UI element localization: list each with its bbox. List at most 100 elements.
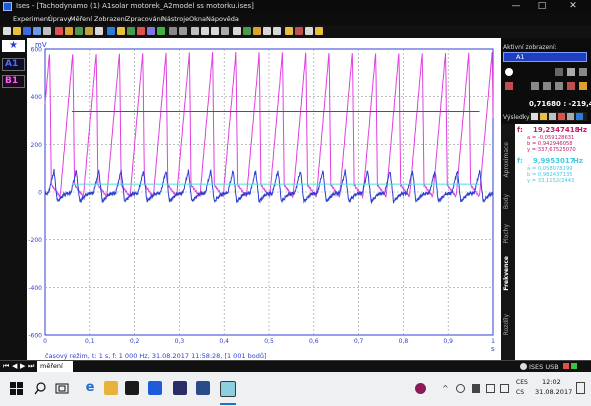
function-icon[interactable] — [263, 27, 271, 35]
record-icon[interactable] — [179, 27, 187, 35]
app-icon-blue[interactable] — [148, 381, 162, 395]
y-axis-labels: 6004002000-200-400-600 — [28, 47, 42, 340]
info-icon[interactable] — [315, 27, 323, 35]
tray-app-icon[interactable] — [415, 383, 426, 394]
tab-frekvence[interactable]: Frekvence — [503, 256, 510, 291]
keyboard-indicator[interactable]: CS — [516, 389, 524, 396]
zoom-out-icon[interactable] — [211, 27, 219, 35]
help-icon[interactable] — [305, 27, 313, 35]
language-indicator[interactable]: CES — [516, 379, 528, 386]
sheet-tab-mereni[interactable]: měření — [37, 361, 73, 372]
menu-zpracovani[interactable]: Zpracování — [126, 15, 163, 23]
new-file-icon[interactable] — [3, 27, 11, 35]
menu-okna[interactable]: Okna — [189, 15, 206, 23]
file-explorer-icon[interactable] — [104, 381, 118, 395]
measure-icon[interactable] — [127, 27, 135, 35]
warning-tool-icon[interactable] — [579, 82, 587, 90]
notification-icon[interactable] — [576, 382, 585, 394]
export-icon[interactable] — [285, 27, 293, 35]
graph-area[interactable]: 600 400 200 0 -200 -400 -600 0 0,1 0,2 0,3 0,4 0,5 0… — [27, 38, 501, 360]
channel-a1-button[interactable]: A1 — [2, 58, 25, 71]
results-copy-icon[interactable] — [531, 113, 538, 120]
close-file-icon[interactable] — [43, 27, 51, 35]
save-as-icon[interactable] — [33, 27, 41, 35]
tray-keyboard-icon[interactable] — [500, 384, 509, 393]
zoom-in-icon[interactable] — [201, 27, 209, 35]
print-icon[interactable] — [295, 27, 303, 35]
target-icon[interactable] — [505, 68, 513, 76]
x-tick-label: 0,8 — [399, 338, 409, 345]
copy-icon[interactable] — [85, 27, 93, 35]
results-save-icon[interactable] — [576, 113, 583, 120]
tray-chevron-icon[interactable]: ^ — [442, 384, 449, 393]
move-tool-icon[interactable] — [531, 82, 539, 90]
minimize-button[interactable]: — — [506, 0, 526, 13]
filter-icon[interactable] — [273, 27, 281, 35]
derivative-tool-icon[interactable] — [579, 68, 587, 76]
chart-icon[interactable] — [117, 27, 125, 35]
store-icon[interactable] — [125, 381, 139, 395]
tray-volume-icon[interactable] — [486, 384, 495, 393]
table-icon[interactable] — [107, 27, 115, 35]
cursor-icon[interactable] — [191, 27, 199, 35]
open-folder-icon[interactable] — [13, 27, 21, 35]
app-icon-ps[interactable] — [196, 381, 210, 395]
tray-network-icon[interactable] — [456, 384, 465, 393]
settings-icon[interactable] — [147, 27, 155, 35]
nav-next-button[interactable]: ▶ — [20, 362, 25, 370]
tab-body[interactable]: Body — [503, 194, 510, 209]
redo-icon[interactable] — [65, 27, 73, 35]
windows-start-icon[interactable] — [10, 382, 23, 395]
task-view-icon[interactable] — [55, 382, 69, 395]
menu-zobrazeni[interactable]: Zobrazení — [94, 15, 127, 23]
marker-tool-icon[interactable] — [567, 68, 575, 76]
menu-nastroje[interactable]: Nástroje — [162, 15, 189, 23]
hand-tool-icon[interactable] — [505, 82, 513, 90]
channel-b1-button[interactable]: B1 — [2, 75, 25, 88]
tab-plochy[interactable]: Plochy — [503, 224, 510, 244]
active-view-select[interactable]: A1 — [503, 52, 587, 62]
data-icon[interactable] — [157, 27, 165, 35]
menu-mereni[interactable]: Měření — [70, 15, 92, 23]
clock-time[interactable]: 12:02 — [542, 378, 561, 386]
tab-rozdily[interactable]: Rozdíly — [503, 314, 510, 335]
search-icon[interactable] — [34, 382, 47, 395]
close-button[interactable]: ✕ — [563, 0, 583, 13]
play-icon[interactable] — [169, 27, 177, 35]
analysis-tabs: Rozdíly Frekvence Plochy Body Aproximace — [501, 124, 515, 360]
paste-icon[interactable] — [95, 27, 103, 35]
marker-icon[interactable] — [243, 27, 251, 35]
nav-prev-button[interactable]: ◀ — [12, 362, 17, 370]
results-settings-icon[interactable] — [567, 113, 574, 120]
zoom-tool-icon[interactable] — [543, 82, 551, 90]
tray-battery-icon[interactable] — [472, 384, 480, 393]
nav-last-button[interactable]: ⏭ — [28, 362, 34, 371]
menu-upravy[interactable]: Úpravy — [48, 15, 71, 23]
undo-icon[interactable] — [55, 27, 63, 35]
nav-first-button[interactable]: ⏮ — [3, 362, 9, 371]
menu-experiment[interactable]: Experiment — [13, 15, 51, 23]
y-tick-label: -200 — [28, 237, 42, 244]
app-icon-navy[interactable] — [173, 381, 187, 395]
results-delete-icon[interactable] — [558, 113, 565, 120]
grid-icon[interactable] — [233, 27, 241, 35]
results-edit-icon[interactable] — [540, 113, 547, 120]
calc-icon[interactable] — [137, 27, 145, 35]
fit-icon[interactable] — [221, 27, 229, 35]
wave-tool-icon[interactable] — [567, 82, 575, 90]
clock-date[interactable]: 31.08.2017 — [535, 388, 572, 396]
save-icon[interactable] — [23, 27, 31, 35]
device-green-icon — [571, 363, 577, 369]
cursor-tool-icon[interactable] — [555, 68, 563, 76]
derivative-icon[interactable] — [253, 27, 261, 35]
x-tick-label: 0,5 — [264, 338, 274, 345]
cut-icon[interactable] — [75, 27, 83, 35]
resize-tool-icon[interactable] — [555, 82, 563, 90]
results-list-icon[interactable] — [549, 113, 556, 120]
ises-taskbar-icon[interactable] — [220, 381, 236, 397]
edge-browser-icon[interactable]: e — [83, 381, 97, 395]
star-button[interactable]: ★ — [2, 40, 25, 52]
tab-aproximace[interactable]: Aproximace — [503, 142, 510, 177]
menu-napoveda[interactable]: Nápověda — [206, 15, 239, 23]
maximize-button[interactable]: □ — [532, 0, 552, 13]
